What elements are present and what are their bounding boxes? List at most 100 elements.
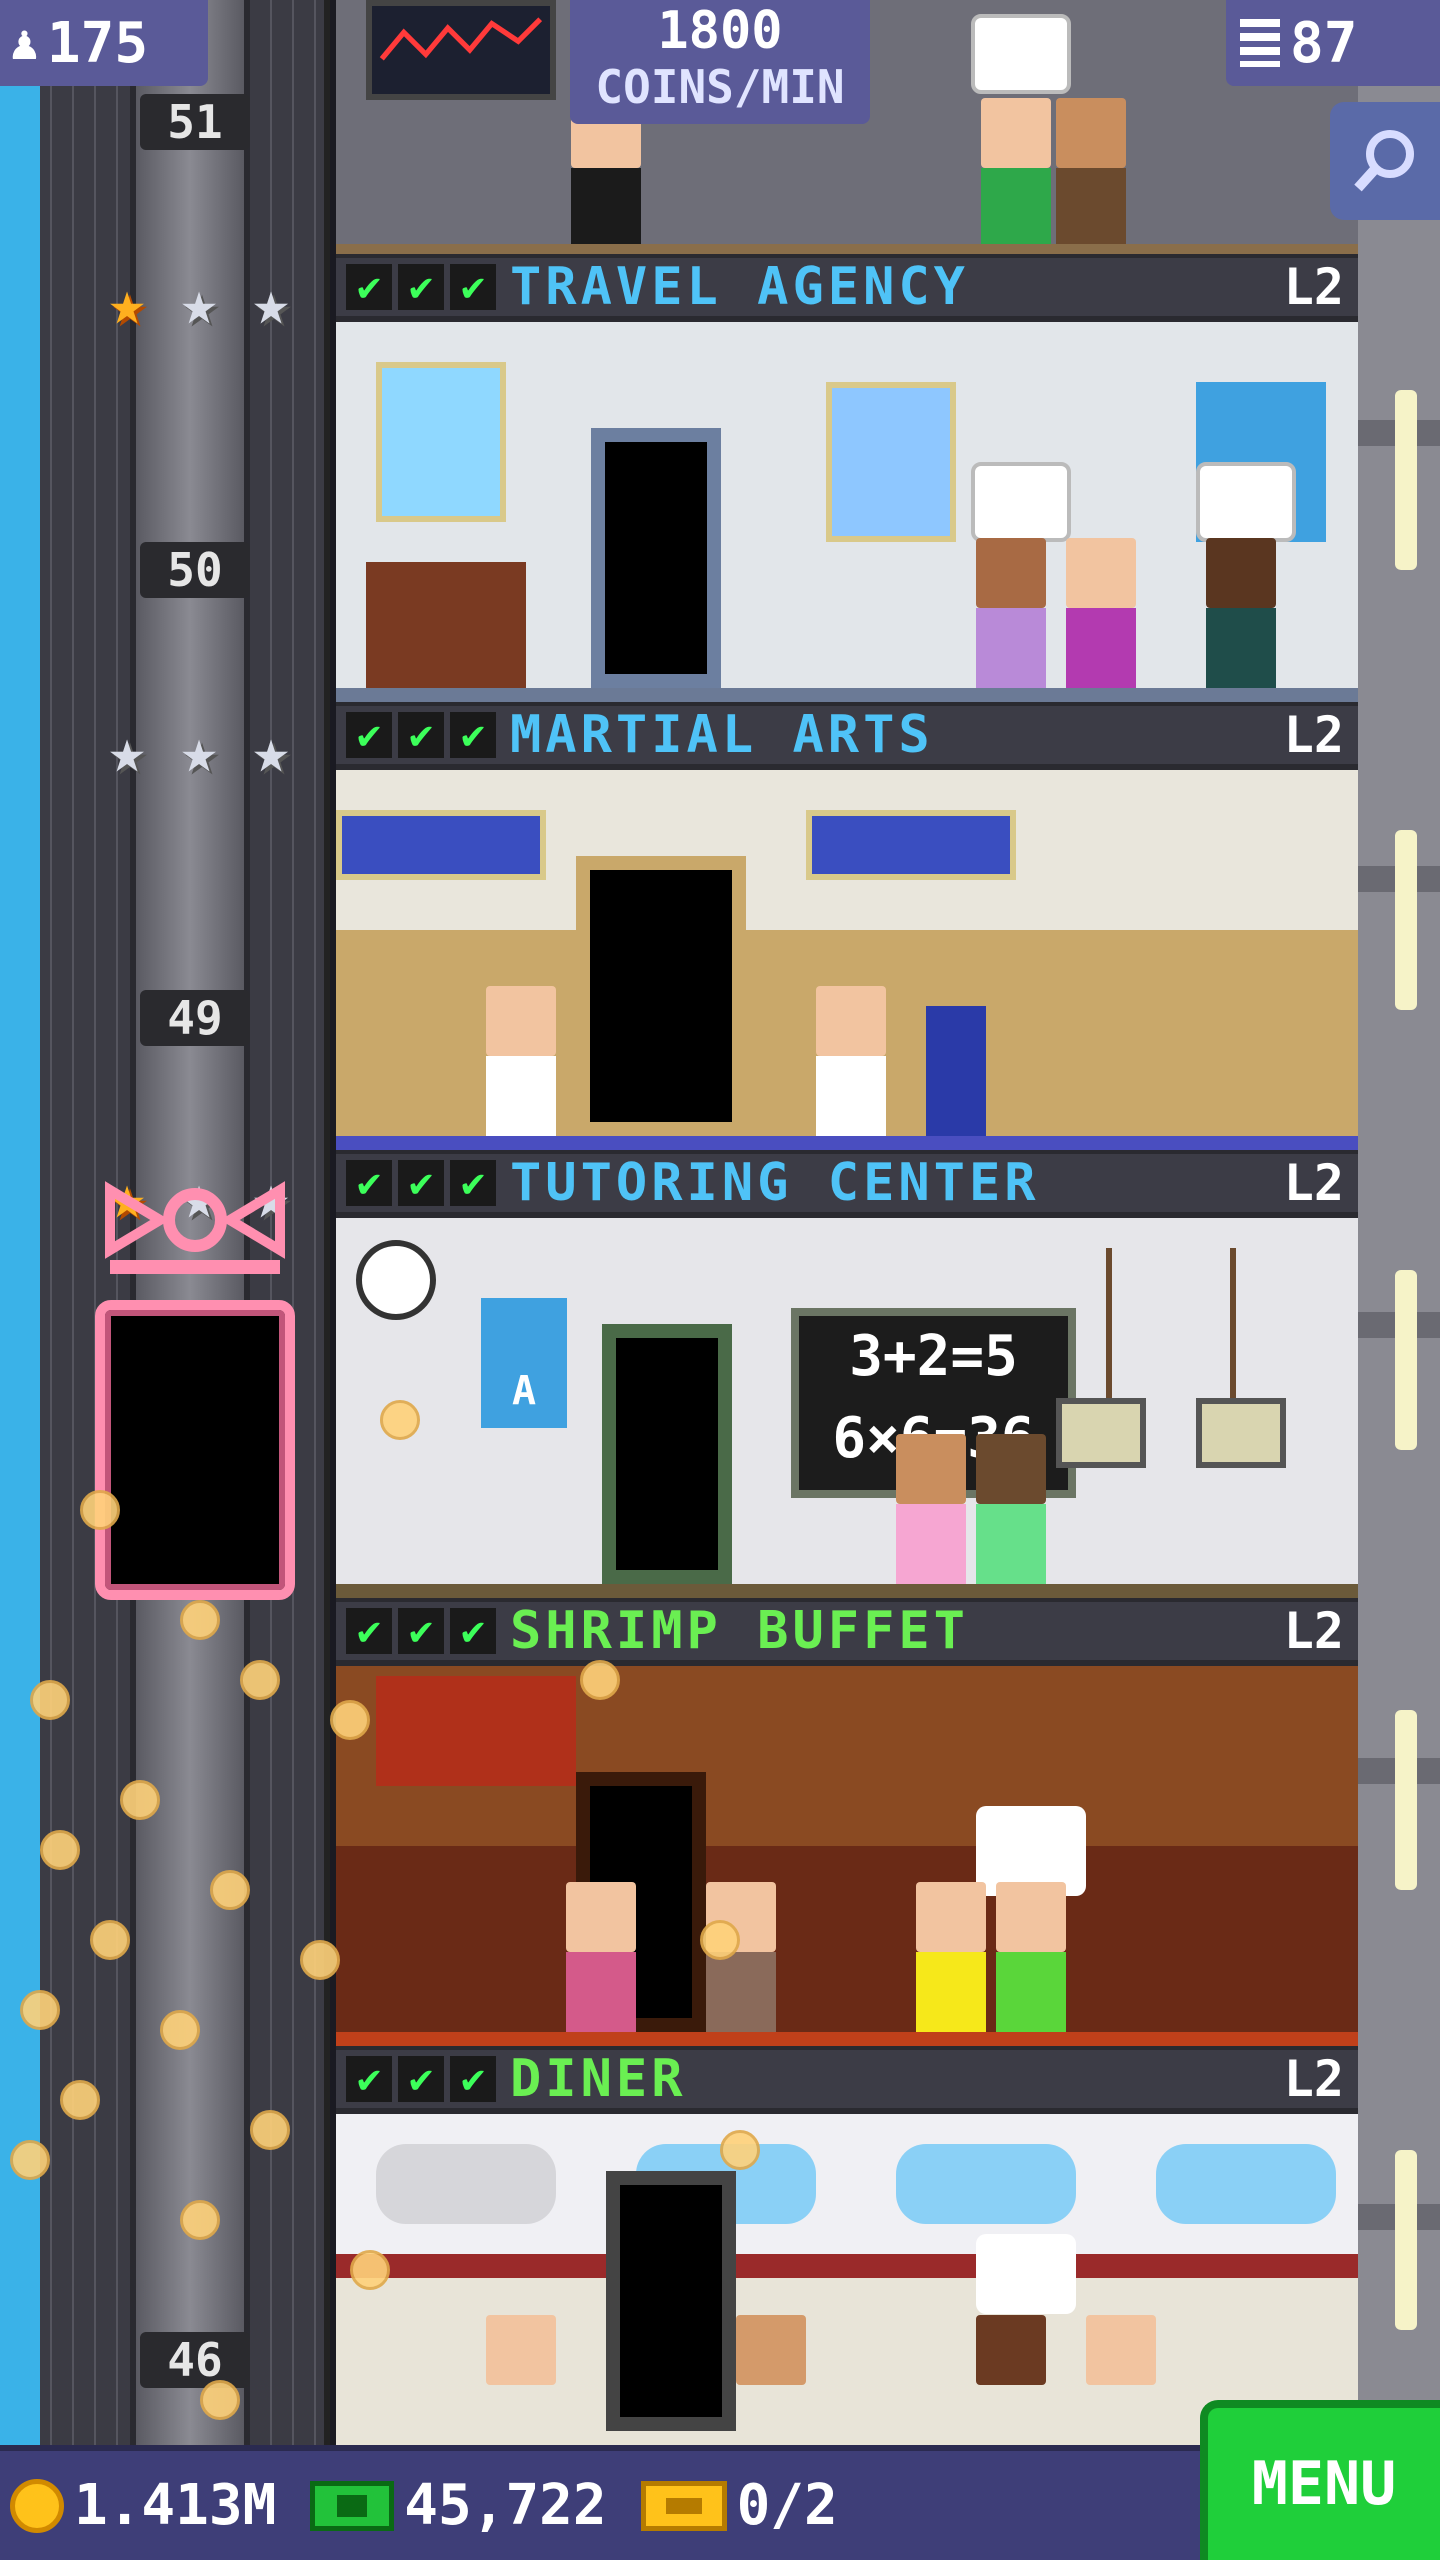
coin-icon[interactable] (60, 2080, 100, 2120)
building-right-wall (1358, 0, 1440, 2445)
search-button[interactable] (1330, 102, 1440, 220)
person-head (566, 1882, 636, 1952)
person-diner[interactable] (486, 2315, 556, 2445)
person-head (486, 986, 556, 1056)
coin-icon[interactable] (700, 1920, 740, 1960)
coin-icon[interactable] (580, 1660, 620, 1700)
coins-value: 1.413M (74, 2473, 277, 2538)
tickets-stat[interactable]: 0/2 (640, 2473, 838, 2538)
silver-star-icon: ★ (252, 266, 290, 339)
speech-bubble-food[interactable] (976, 2234, 1076, 2314)
ticket-icon (640, 2480, 727, 2531)
speech-bubble-plane[interactable] (1196, 462, 1296, 542)
person-student[interactable] (896, 1434, 966, 1584)
person-body (1056, 168, 1126, 248)
coin-icon[interactable] (350, 2250, 390, 2290)
diner-stripe (336, 2254, 1358, 2278)
stock-chart-screen (366, 0, 556, 100)
poster-island (826, 382, 956, 542)
apple-poster: A (481, 1298, 567, 1428)
coin-icon[interactable] (180, 1600, 220, 1640)
diner-window (1156, 2144, 1336, 2224)
coin-icon[interactable] (90, 1920, 130, 1960)
person-diner[interactable] (566, 1882, 636, 2032)
person-worker[interactable] (981, 98, 1051, 248)
elevator-floor-number: 49 (140, 990, 250, 1046)
menu-button[interactable]: MENU (1200, 2400, 1440, 2560)
person-diner[interactable] (976, 2315, 1046, 2445)
computer-monitor (1056, 1398, 1146, 1468)
room-floor (336, 688, 1358, 702)
coin-icon[interactable] (10, 2140, 50, 2180)
floor-banner[interactable]: ✔ ✔ ✔ TRAVEL AGENCY L2 (336, 254, 1358, 322)
coin-icon[interactable] (40, 1830, 80, 1870)
room-tutoring-center: A 3+2=5 6×6=36 (336, 1218, 1358, 1598)
bux-stat[interactable]: 45,722 (310, 2473, 607, 2538)
coin-icon[interactable] (80, 1490, 120, 1530)
coin-icon[interactable] (30, 1680, 70, 1720)
coin-icon[interactable] (330, 1700, 370, 1740)
coin-icon[interactable] (250, 2110, 290, 2150)
person-student[interactable] (976, 1434, 1046, 1584)
floor-level: L2 (1283, 258, 1344, 316)
silver-star-icon: ★ (180, 266, 218, 339)
coin-icon[interactable] (200, 2380, 240, 2420)
coins-stat[interactable]: 1.413M (10, 2473, 276, 2538)
check-icon: ✔ (346, 2056, 392, 2102)
person-customer[interactable] (976, 538, 1046, 688)
coin-icon[interactable] (300, 1940, 340, 1980)
person-diner[interactable] (736, 2315, 806, 2445)
coin-icon[interactable] (210, 1870, 250, 1910)
room-travel-agency (336, 322, 1358, 702)
punching-bag (926, 1006, 986, 1136)
floor-checks: ✔ ✔ ✔ (346, 712, 496, 758)
floor-banner[interactable]: ✔ ✔ ✔ MARTIAL ARTS L2 (336, 702, 1358, 770)
speech-bubble-computer[interactable] (971, 14, 1071, 94)
floor-banner[interactable]: ✔ ✔ ✔ SHRIMP BUFFET L2 (336, 1598, 1358, 1666)
tickets-value: 0/2 (736, 2473, 838, 2538)
coin-icon[interactable] (380, 1400, 420, 1440)
person-fighter[interactable] (816, 986, 886, 1136)
residents-counter[interactable]: ♟ 175 (0, 0, 208, 86)
coin-icon[interactable] (120, 1780, 160, 1820)
floor-checks: ✔ ✔ ✔ (346, 1608, 496, 1654)
speech-bubble-key[interactable] (971, 462, 1071, 542)
window-light (1395, 2150, 1417, 2330)
floor-level: L2 (1283, 1154, 1344, 1212)
floor-name: TUTORING CENTER (510, 1153, 1040, 1213)
coin-icon[interactable] (180, 2200, 220, 2240)
silver-star-icon: ★ (108, 714, 146, 787)
check-icon: ✔ (450, 1608, 496, 1654)
silver-star-icon: ★ (252, 714, 290, 787)
person-customer[interactable] (1206, 538, 1276, 688)
person-body (916, 1952, 986, 2032)
person-diner[interactable] (1086, 2315, 1156, 2445)
chalkboard-line: 3+2=5 (849, 1324, 1018, 1389)
floor-level: L2 (1283, 706, 1344, 764)
building-icon (1240, 19, 1280, 67)
person-body (571, 168, 641, 248)
banner-sign (806, 810, 1016, 880)
coin-icon[interactable] (720, 2130, 760, 2170)
coin-icon[interactable] (20, 1990, 60, 2030)
person-worker[interactable] (1056, 98, 1126, 248)
window-light (1395, 390, 1417, 570)
room-door (606, 2171, 736, 2431)
floor-banner[interactable]: ✔ ✔ ✔ DINER L2 (336, 2046, 1358, 2114)
person-customer[interactable] (1066, 538, 1136, 688)
coin-icon[interactable] (240, 1660, 280, 1700)
person-diner[interactable] (916, 1882, 986, 2032)
check-icon: ✔ (346, 1608, 392, 1654)
person-head (1056, 98, 1126, 168)
person-head (996, 1882, 1066, 1952)
floor-banner[interactable]: ✔ ✔ ✔ TUTORING CENTER L2 (336, 1150, 1358, 1218)
stock-chart-icon (379, 17, 543, 61)
coin-icon[interactable] (160, 2010, 200, 2050)
residents-value: 175 (46, 10, 149, 76)
elevator-car[interactable] (95, 1300, 295, 1600)
floor-level: L2 (1283, 2050, 1344, 2108)
person-head (976, 2315, 1046, 2385)
person-diner[interactable] (996, 1882, 1066, 2032)
floors-counter[interactable]: 87 (1226, 0, 1440, 86)
person-fighter[interactable] (486, 986, 556, 1136)
